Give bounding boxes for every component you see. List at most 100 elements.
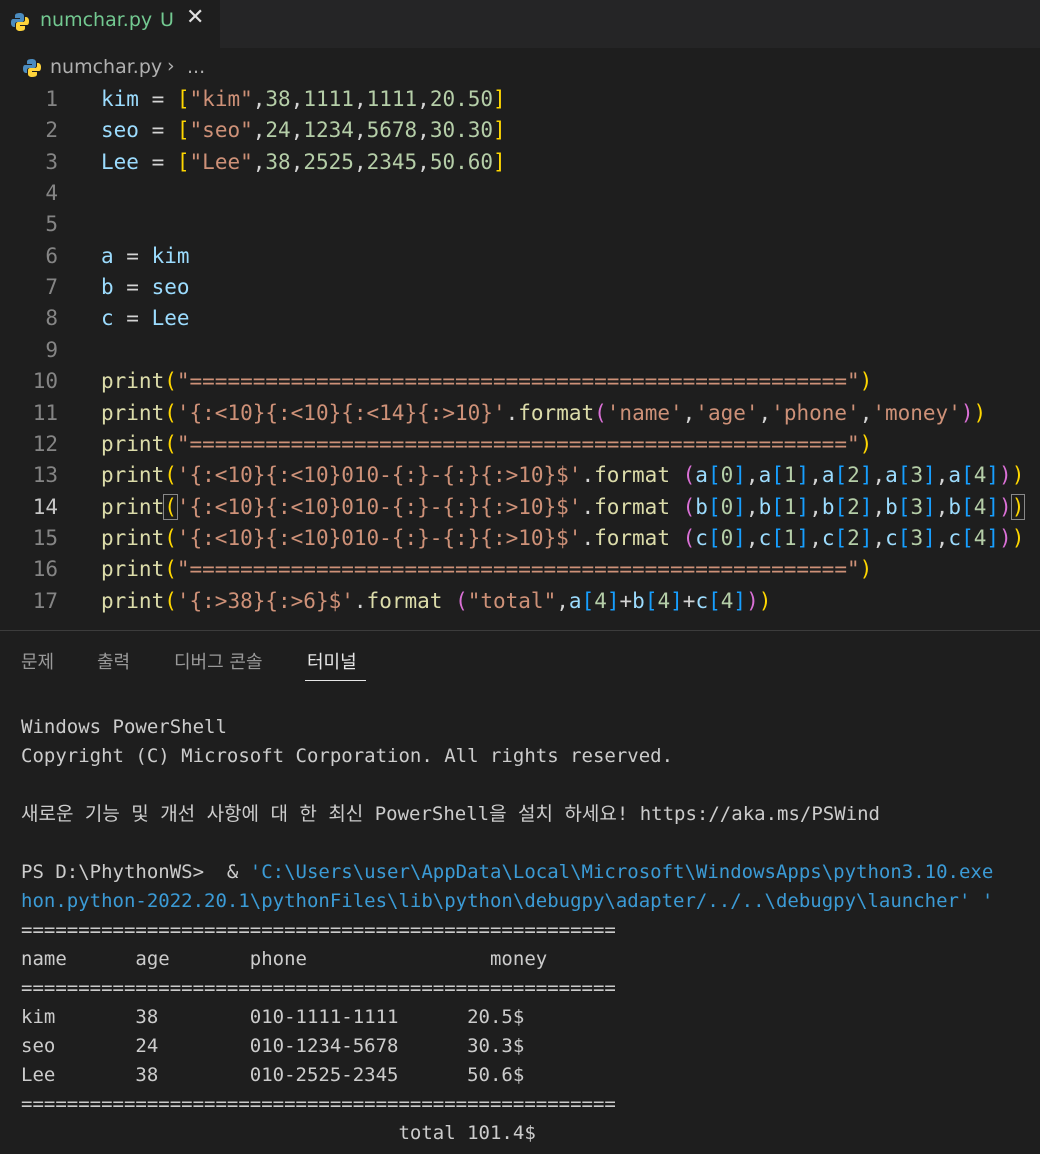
code-token: 1 [783,525,797,550]
line-number: 7 [45,275,58,300]
code-token: format [366,588,443,613]
code-token: ( [164,557,177,582]
code-token: print [101,588,165,613]
code-token: '{:<10}{:<10}010-{:}-{:}{:>10}$' [176,463,582,488]
code-token: a [821,463,835,488]
code-token: , [745,525,759,550]
code-token: 1111 [303,87,354,111]
terminal-line: hon.python-2022.20.1\pythonFiles\lib\pyt… [21,890,994,912]
code-token: . [581,463,595,488]
code-token: [ [644,588,658,613]
close-icon[interactable]: ✕ [186,5,204,30]
code-token: ] [796,525,810,550]
terminal-output[interactable]: Windows PowerShell Copyright (C) Microsof… [21,713,1040,1154]
code-token: 0 [720,525,734,550]
code-line[interactable]: 14 print('{:<10}{:<10}010-{:}-{:}{:>10}$'… [0,492,1040,523]
code-token: , [745,463,759,488]
tab-output[interactable]: 출력 [97,648,130,674]
code-token: format [518,400,595,425]
code-token: , [859,400,873,425]
terminal-line: PS D:\PhythonWS> & 'C:\Users\user\AppDat… [21,861,994,883]
code-line[interactable]: 16 print("===============================… [0,554,1040,585]
code-token: [ [897,494,911,519]
code-token: [ [581,588,595,613]
code-token: a [885,463,898,488]
code-line[interactable]: 6 a = kim [0,241,1040,272]
tab-debug-console[interactable]: 디버그 콘솔 [174,648,263,674]
code-token: ) [859,431,873,456]
code-token: '{:<10}{:<10}010-{:}-{:}{:>10}$' [176,525,582,550]
code-token: a [568,588,582,613]
code-token: 3 [910,463,924,488]
code-line[interactable]: 2 seo = ["seo",24,1234,5678,30.30] [0,115,1040,146]
line-number: 4 [45,181,58,206]
line-number: 6 [45,243,58,268]
code-token: ) [1010,493,1026,520]
code-token: ( [164,525,177,550]
code-token: ] [986,463,1000,488]
code-token: [ [771,463,784,488]
code-token: + [682,588,696,613]
code-token: [ [897,463,911,488]
code-token: a [695,463,708,488]
code-token: c [695,525,708,550]
code-token: print [101,369,165,394]
code-token: [ [834,525,848,550]
code-token: seo [101,118,139,143]
panel-tab-bar: 문제 출력 디버그 콘솔 터미널 [0,640,1040,684]
code-line[interactable]: 15 print('{:<10}{:<10}010-{:}-{:}{:>10}$'… [0,523,1040,554]
code-line[interactable]: 12 print("===============================… [0,429,1040,460]
code-line[interactable]: 11 print('{:<10}{:<10}{:<14}{:>10}'.forma… [0,398,1040,429]
terminal-line: ========================================… [21,1093,616,1115]
code-token: "Lee" [189,149,253,174]
code-token: ] [670,588,683,613]
code-token: "total" [467,588,557,613]
code-token: b [948,494,962,519]
code-token: ) [859,557,873,582]
code-token: c [885,525,898,550]
code-line[interactable]: 5 [0,209,1040,240]
code-token: [ [707,525,721,550]
code-token: ) [1011,463,1025,488]
code-line[interactable]: 13 print('{:<10}{:<10}010-{:}-{:}{:>10}$'… [0,460,1040,491]
code-token: ( [164,400,177,425]
code-line[interactable]: 10 print("===============================… [0,366,1040,397]
code-token: ] [923,463,936,488]
breadcrumb-file[interactable]: numchar.py [50,56,162,78]
code-editor[interactable]: 1 kim = ["kim",38,1111,1111,20.50] 2 seo = … [0,84,1040,630]
breadcrumb-symbols[interactable]: ... [187,56,205,78]
line-number: 14 [32,494,58,519]
code-token: ( [163,493,178,520]
code-token: , [417,118,430,143]
code-line[interactable]: 8 c = Lee [0,303,1040,334]
tab-problems[interactable]: 문제 [21,648,54,674]
code-line[interactable]: 1 kim = ["kim",38,1111,1111,20.50] [0,84,1040,115]
code-token: c [101,306,114,331]
code-token: a [948,463,962,488]
code-token: = [113,275,152,300]
code-token: ) [999,463,1012,488]
code-line[interactable]: 3 Lee = ["Lee",38,2525,2345,50.60] [0,147,1040,178]
code-line[interactable]: 7 b = seo [0,272,1040,303]
code-token: 4 [973,494,987,519]
code-token: ( [682,525,696,550]
tab-terminal[interactable]: 터미널 [307,648,357,674]
code-token: . [353,588,367,613]
terminal-line: kim 38 010-1111-1111 20.5$ [21,1006,525,1028]
code-token: 'age' [695,400,759,425]
line-number: 2 [45,118,58,143]
code-token: 'name' [606,400,683,425]
code-line[interactable]: 9 [0,335,1040,366]
code-token: ] [493,87,506,111]
code-token: 1111 [366,87,418,111]
code-token: Lee [151,306,190,331]
code-token: [ [707,494,721,519]
editor-tab-numchar[interactable]: numchar.py U ✕ [0,0,220,48]
code-line[interactable]: 4 [0,178,1040,209]
code-token: , [290,118,304,143]
code-line[interactable]: 17 print('{:>38}{:>6}$'.format ("total",a… [0,586,1040,617]
code-token: print [101,431,165,456]
